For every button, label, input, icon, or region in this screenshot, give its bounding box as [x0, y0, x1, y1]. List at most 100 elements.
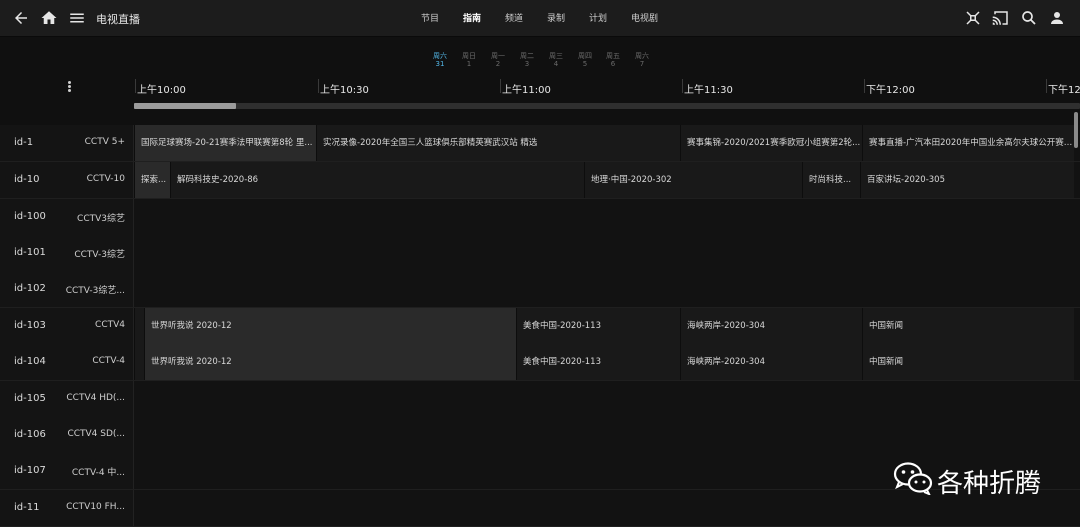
- program-cell[interactable]: 美食中国-2020-113: [516, 344, 680, 380]
- channel-id: id-101: [14, 247, 46, 258]
- channel-id: id-102: [14, 283, 46, 294]
- tab-series[interactable]: 电视剧: [631, 11, 658, 24]
- program-cell[interactable]: 实况录像-2020年全国三人篮球俱乐部精英赛武汉站 精选: [316, 125, 680, 161]
- program-cell[interactable]: 赛事直播-广汽本田2020年中国业余高尔夫球公开赛-第一: [862, 125, 1074, 161]
- channel-header[interactable]: id-103 CCTV4: [0, 308, 134, 344]
- channel-header[interactable]: id-101 CCTV-3综艺: [0, 235, 134, 271]
- time-tick: 上午11:30: [682, 79, 733, 96]
- channel-header[interactable]: id-105 CCTV4 HD(...: [0, 381, 134, 417]
- channel-row: id-102 CCTV-3综艺...: [0, 271, 1080, 308]
- channel-row: id-101 CCTV-3综艺: [0, 235, 1080, 272]
- channel-header[interactable]: id-1 CCTV 5+: [0, 125, 134, 161]
- channel-id: id-103: [14, 320, 46, 331]
- nav-tabs: 节目 指南 频道 录制 计划 电视剧: [0, 11, 1080, 27]
- day-number: 6: [610, 60, 616, 68]
- channel-row: id-103 CCTV4 世界听我说 2020-12 美食中国-2020-113…: [0, 308, 1080, 345]
- timeline-header: 上午10:00 上午10:30 上午11:00 上午11:30 下午12:00 …: [0, 79, 1080, 96]
- channel-name: CCTV4 HD(...: [66, 393, 125, 403]
- scrollbar-thumb[interactable]: [134, 103, 236, 109]
- program-cell[interactable]: 赛事集锦-2020/2021赛季欧冠小组赛第2轮...: [680, 125, 862, 161]
- day-number: 7: [639, 60, 645, 68]
- program-cell[interactable]: 探索...: [134, 162, 170, 198]
- program-cell[interactable]: 世界听我说 2020-12: [144, 344, 516, 380]
- day-number: 31: [435, 60, 445, 68]
- day-name: 周日: [462, 52, 476, 60]
- channel-row: id-1 CCTV 5+ 国际足球赛场-20-21赛季法甲联赛第8轮 里... …: [0, 125, 1080, 162]
- channel-id: id-106: [14, 429, 46, 440]
- program-cell[interactable]: 中国新闻: [862, 308, 1074, 344]
- day-item[interactable]: 周三 4: [543, 52, 569, 68]
- wechat-icon: [893, 461, 933, 496]
- day-number: 5: [582, 60, 588, 68]
- channel-id: id-11: [14, 502, 40, 513]
- day-item[interactable]: 周六 31: [427, 52, 453, 68]
- day-name: 周六: [635, 52, 649, 60]
- day-item[interactable]: 周五 6: [600, 52, 626, 68]
- watermark-text: 各种折腾: [937, 469, 1042, 499]
- channel-name: CCTV3综艺: [77, 214, 125, 224]
- program-cell[interactable]: 世界听我说 2020-12: [144, 308, 516, 344]
- channel-header[interactable]: id-10 CCTV-10: [0, 162, 134, 198]
- channel-name: CCTV 5+: [84, 137, 125, 147]
- day-item[interactable]: 周一 2: [485, 52, 511, 68]
- tab-guide[interactable]: 指南: [463, 11, 481, 24]
- day-name: 周三: [549, 52, 563, 60]
- channel-row: id-104 CCTV-4 世界听我说 2020-12 美食中国-2020-11…: [0, 344, 1080, 381]
- program-cell[interactable]: 国际足球赛场-20-21赛季法甲联赛第8轮 里...: [134, 125, 316, 161]
- time-tick: 下午12:30: [1046, 79, 1080, 96]
- user-icon[interactable]: [1048, 9, 1066, 27]
- program-cell[interactable]: 中国新闻: [862, 344, 1074, 380]
- channel-id: id-104: [14, 356, 46, 367]
- channel-id: id-1: [14, 137, 34, 148]
- tab-programs[interactable]: 节目: [421, 11, 439, 24]
- tab-schedule[interactable]: 计划: [589, 11, 607, 24]
- channel-name: CCTV10 FH...: [66, 502, 125, 512]
- time-tick: 上午10:30: [318, 79, 369, 96]
- day-number: 4: [553, 60, 559, 68]
- time-tick: 上午10:00: [135, 79, 186, 96]
- day-selector: 周六 31 周日 1 周一 2 周二 3 周三 4 周四 5 周五 6 周六 7: [0, 52, 1080, 72]
- program-cell[interactable]: 解码科技史-2020-86: [170, 162, 584, 198]
- time-tick: 上午11:00: [500, 79, 551, 96]
- channel-header[interactable]: id-102 CCTV-3综艺...: [0, 271, 134, 307]
- channel-name: CCTV-4 中...: [71, 468, 125, 478]
- channel-id: id-107: [14, 465, 46, 476]
- channel-header[interactable]: id-104 CCTV-4: [0, 344, 134, 380]
- program-cell[interactable]: 百家讲坛-2020-305: [860, 162, 1074, 198]
- cast-icon[interactable]: [992, 9, 1010, 27]
- day-item[interactable]: 周日 1: [456, 52, 482, 68]
- program-cell[interactable]: 海峡两岸-2020-304: [680, 308, 862, 344]
- program-cell-sliver[interactable]: [134, 344, 144, 380]
- channel-header[interactable]: id-106 CCTV4 SD(...: [0, 417, 134, 453]
- day-name: 周二: [520, 52, 534, 60]
- channel-id: id-100: [14, 211, 46, 222]
- program-cell[interactable]: 美食中国-2020-113: [516, 308, 680, 344]
- channel-header[interactable]: id-11 CCTV10 FH...: [0, 490, 134, 526]
- channel-row: id-105 CCTV4 HD(...: [0, 381, 1080, 418]
- day-number: 1: [466, 60, 472, 68]
- program-cell[interactable]: 时尚科技...: [802, 162, 860, 198]
- day-item[interactable]: 周二 3: [514, 52, 540, 68]
- day-name: 周五: [606, 52, 620, 60]
- channel-row: id-100 CCTV3综艺: [0, 199, 1080, 236]
- day-number: 3: [524, 60, 530, 68]
- tab-recordings[interactable]: 录制: [547, 11, 565, 24]
- channel-header[interactable]: id-100 CCTV3综艺: [0, 199, 134, 235]
- channel-header[interactable]: id-107 CCTV-4 中...: [0, 453, 134, 489]
- program-cell[interactable]: 海峡两岸-2020-304: [680, 344, 862, 380]
- day-item[interactable]: 周六 7: [629, 52, 655, 68]
- day-item[interactable]: 周四 5: [572, 52, 598, 68]
- program-cell-sliver[interactable]: [134, 308, 144, 344]
- day-name: 周四: [578, 52, 592, 60]
- program-cell[interactable]: 地理·中国-2020-302: [584, 162, 802, 198]
- tab-channels[interactable]: 频道: [505, 11, 523, 24]
- day-name: 周六: [433, 52, 447, 60]
- horizontal-scrollbar[interactable]: [134, 103, 1080, 109]
- channel-row: id-106 CCTV4 SD(...: [0, 417, 1080, 454]
- remote-icon[interactable]: [964, 9, 982, 27]
- channel-name: CCTV-4: [92, 356, 125, 366]
- vertical-scrollbar[interactable]: [1074, 112, 1078, 148]
- day-number: 2: [495, 60, 501, 68]
- search-icon[interactable]: [1020, 9, 1038, 27]
- channel-name: CCTV4: [95, 320, 125, 330]
